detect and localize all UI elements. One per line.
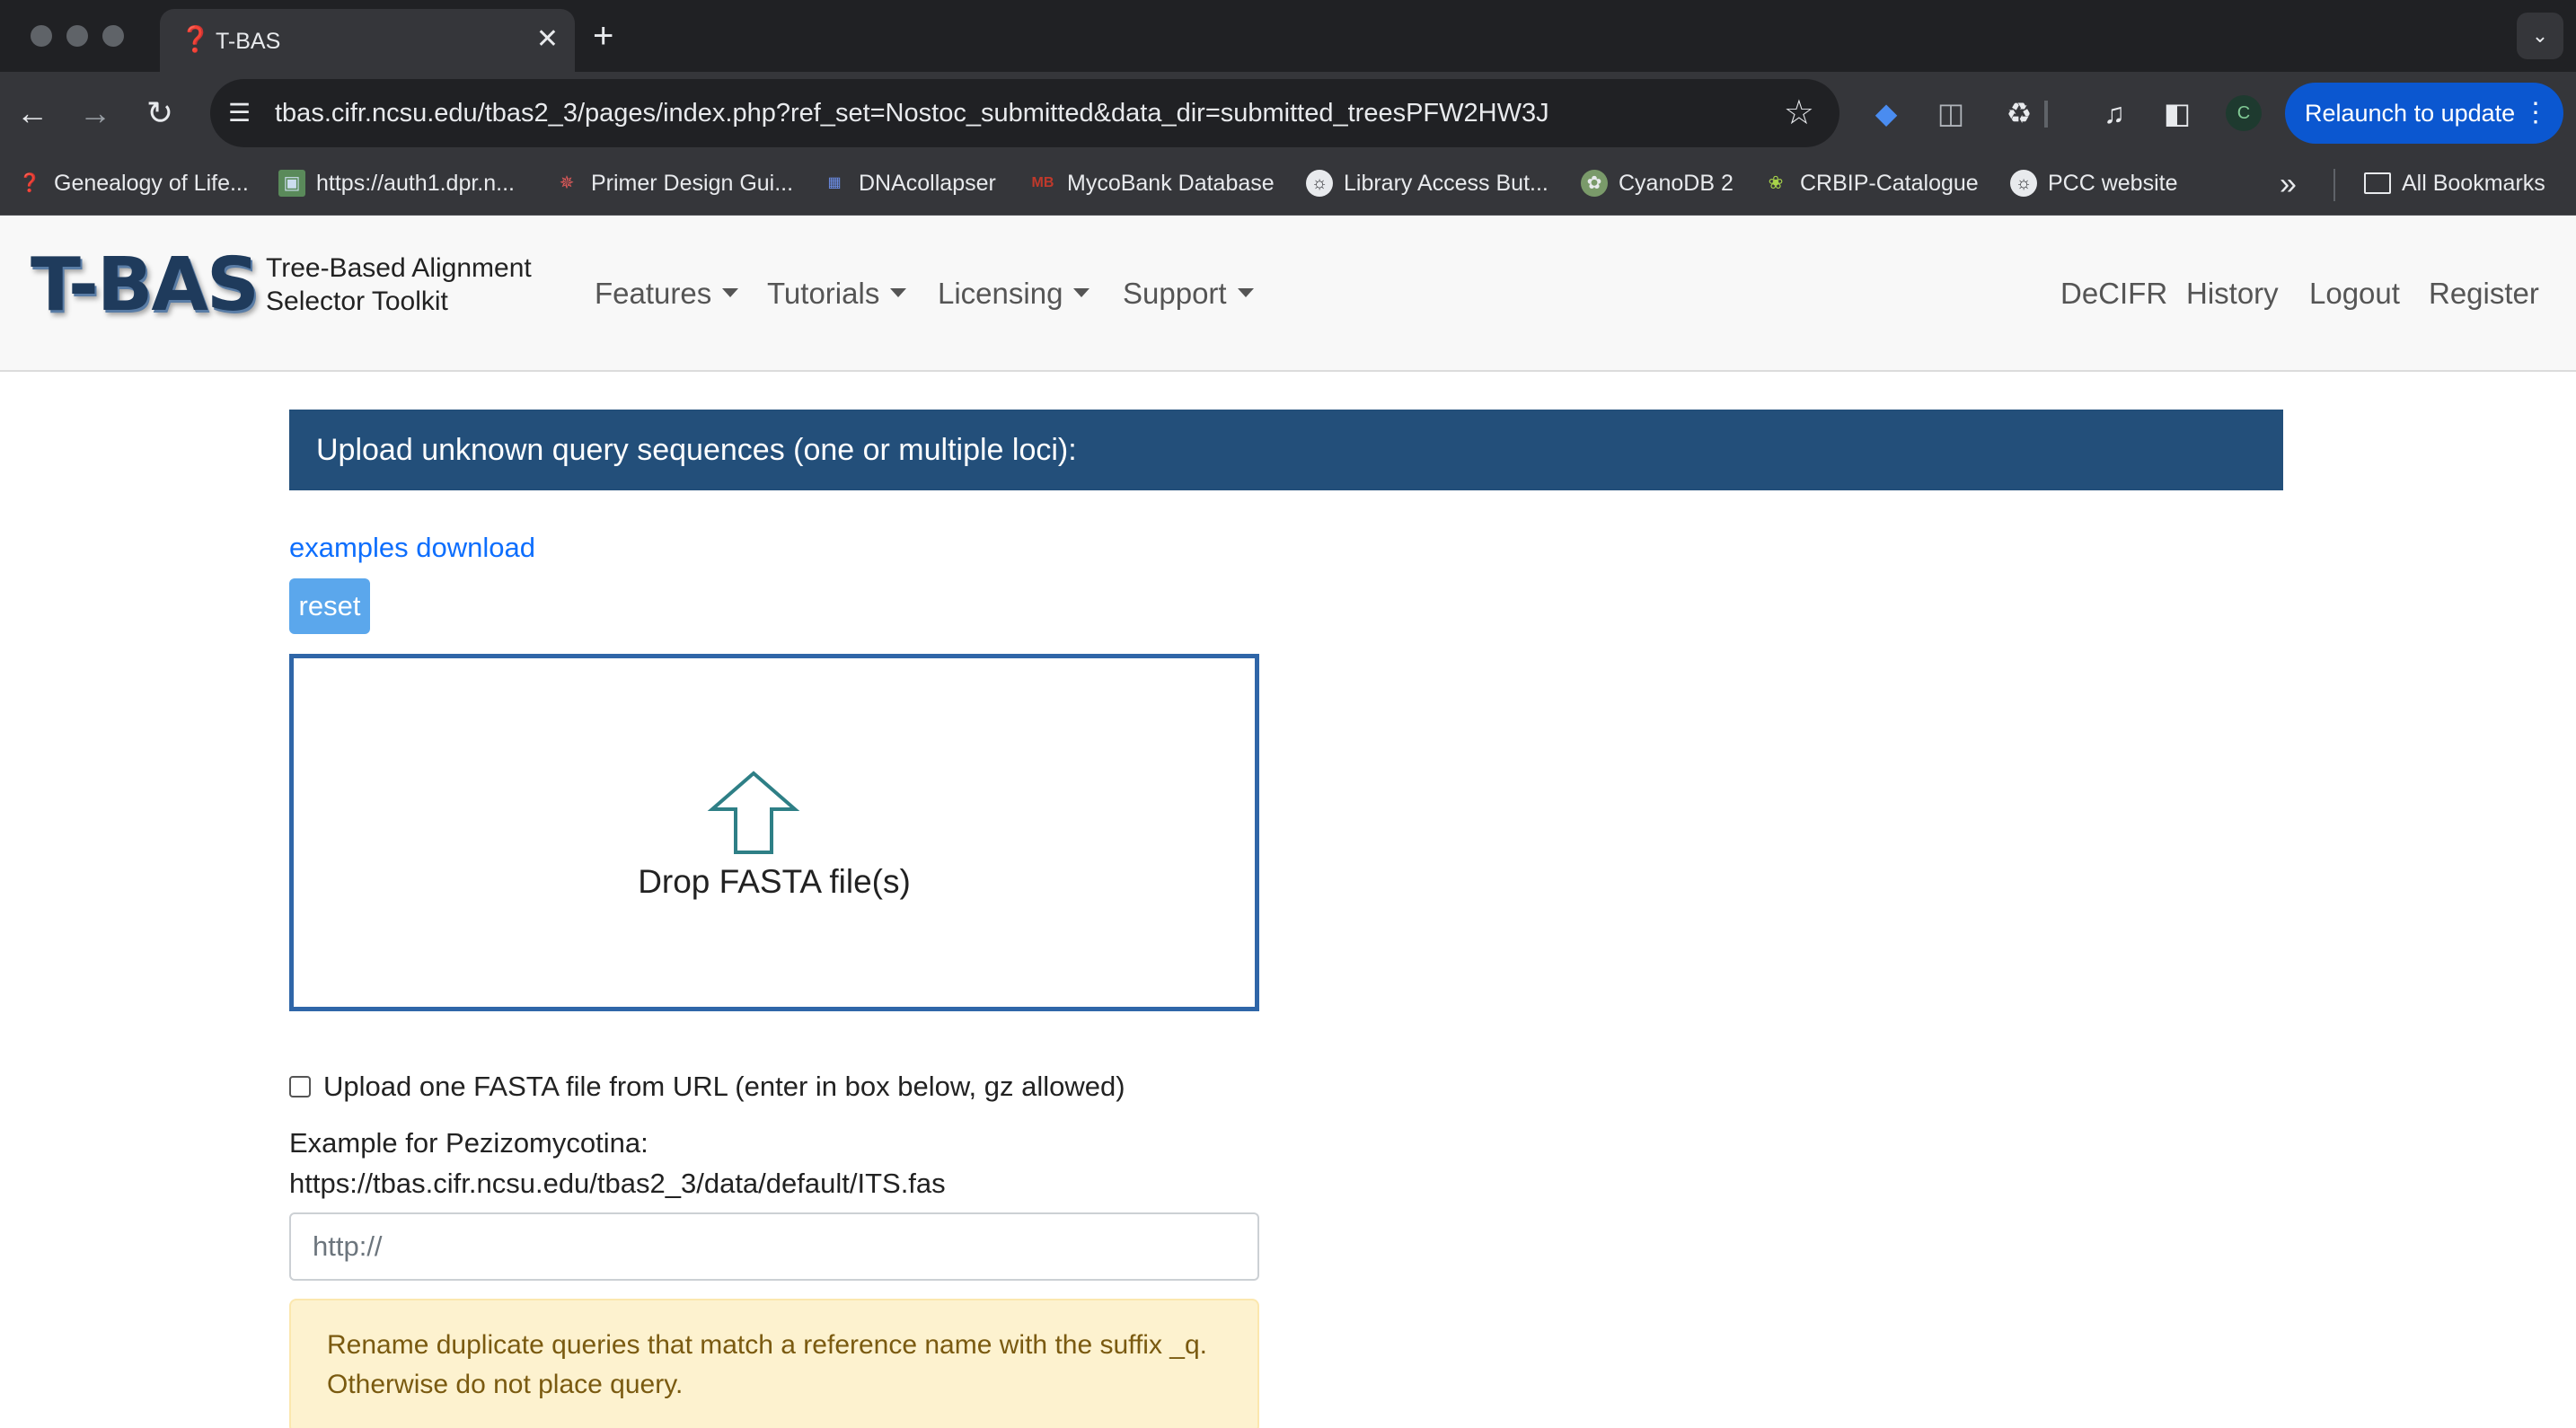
leaf-icon: ❀ bbox=[1768, 173, 1784, 193]
fasta-url-input[interactable] bbox=[289, 1212, 1259, 1281]
duplicate-query-alert: Rename duplicate queries that match a re… bbox=[289, 1299, 1259, 1428]
dna-icon: ✵ bbox=[559, 173, 575, 193]
site-navbar: T-BAS Tree-Based Alignment Selector Tool… bbox=[0, 216, 2576, 372]
menu-features[interactable]: Features bbox=[595, 277, 739, 311]
new-tab-button[interactable]: + bbox=[593, 16, 613, 56]
menu-label: Support bbox=[1123, 277, 1227, 310]
tab-search-button[interactable]: ⌄ bbox=[2517, 13, 2563, 59]
bookmark-cyanodb[interactable]: ✿ CyanoDB 2 bbox=[1581, 165, 1734, 201]
bookmark-label: Primer Design Gui... bbox=[591, 170, 794, 196]
tab-title: T-BAS bbox=[216, 29, 281, 54]
drop-instructions: Drop FASTA file(s) bbox=[638, 863, 911, 900]
bookmark-label: PCC website bbox=[2048, 170, 2178, 196]
cyanodb-icon: ✿ bbox=[1581, 170, 1608, 197]
browser-tab-strip: ❓ T-BAS ✕ + ⌄ bbox=[0, 0, 2576, 72]
forward-button[interactable]: → bbox=[70, 88, 120, 138]
extension-gem-icon[interactable]: ◆ bbox=[1866, 93, 1906, 133]
url-upload-label[interactable]: Upload one FASTA file from URL (enter in… bbox=[323, 1071, 1125, 1103]
folder-icon bbox=[2364, 172, 2391, 194]
bookmark-label: DNAcollapser bbox=[859, 170, 996, 196]
bookmark-primer-design[interactable]: ✵ Primer Design Gui... bbox=[553, 165, 793, 201]
site-info-icon[interactable]: ☰ bbox=[228, 97, 260, 129]
bookmarks-bar: ❓ Genealogy of Life... ▣ https://auth1.d… bbox=[0, 154, 2576, 216]
url-upload-checkbox[interactable] bbox=[289, 1076, 311, 1097]
bookmark-label: CyanoDB 2 bbox=[1619, 170, 1734, 196]
tbas-logo[interactable]: T-BAS bbox=[31, 241, 260, 331]
bookmark-label: MycoBank Database bbox=[1067, 170, 1275, 196]
nav-decifr[interactable]: DeCIFR bbox=[2060, 277, 2167, 311]
menu-label: Tutorials bbox=[767, 277, 880, 310]
logo-subtitle-line1: Tree-Based Alignment bbox=[266, 253, 532, 283]
globe-icon: ☼ bbox=[1306, 170, 1333, 197]
address-bar[interactable]: ☰ tbas.cifr.ncsu.edu/tbas2_3/pages/index… bbox=[210, 79, 1839, 147]
back-button[interactable]: ← bbox=[7, 88, 57, 138]
bookmark-auth1[interactable]: ▣ https://auth1.dpr.n... bbox=[278, 165, 515, 201]
reload-button[interactable]: ↻ bbox=[135, 88, 185, 138]
more-bookmarks-icon[interactable]: » bbox=[2280, 167, 2297, 202]
upload-section-header: Upload unknown query sequences (one or m… bbox=[289, 410, 2283, 490]
browser-toolbar: ← → ↻ ☰ tbas.cifr.ncsu.edu/tbas2_3/pages… bbox=[0, 72, 2576, 154]
bookmark-dnacollapser[interactable]: ▦ DNAcollapser bbox=[821, 165, 996, 201]
example-url: https://tbas.cifr.ncsu.edu/tbas2_3/data/… bbox=[289, 1168, 946, 1199]
menu-tutorials[interactable]: Tutorials bbox=[767, 277, 907, 311]
logo-subtitle: Tree-Based Alignment Selector Toolkit bbox=[266, 251, 532, 318]
url-upload-option[interactable]: Upload one FASTA file from URL (enter in… bbox=[289, 1071, 1125, 1103]
upload-section-title: Upload unknown query sequences (one or m… bbox=[316, 433, 1077, 467]
bookmarks-divider bbox=[2333, 169, 2335, 201]
extension-printer-icon[interactable]: ◫ bbox=[1931, 93, 1971, 133]
fasta-dropzone[interactable]: Drop FASTA file(s) bbox=[289, 654, 1259, 1011]
bookmark-label: CRBIP-Catalogue bbox=[1800, 170, 1979, 196]
bookmark-star-icon[interactable]: ☆ bbox=[1784, 92, 1814, 135]
bookmark-genealogy[interactable]: ❓ Genealogy of Life... bbox=[16, 165, 249, 201]
maximize-window-button[interactable] bbox=[102, 25, 124, 47]
logo-subtitle-line2: Selector Toolkit bbox=[266, 286, 448, 316]
more-menu-icon[interactable]: ⋮ bbox=[2522, 95, 2549, 131]
caret-down-icon bbox=[1237, 288, 1254, 298]
close-window-button[interactable] bbox=[31, 25, 52, 47]
profile-avatar[interactable]: C bbox=[2226, 95, 2262, 131]
alert-text: Rename duplicate queries that match a re… bbox=[327, 1330, 1207, 1399]
image-icon: ▣ bbox=[278, 170, 305, 197]
nav-register[interactable]: Register bbox=[2429, 277, 2539, 311]
caret-down-icon bbox=[722, 288, 739, 298]
bookmark-library-access[interactable]: ☼ Library Access But... bbox=[1306, 165, 1548, 201]
relaunch-to-update-button[interactable]: Relaunch to update ⋮ bbox=[2285, 83, 2563, 144]
side-panel-icon[interactable]: ◧ bbox=[2157, 93, 2197, 133]
relaunch-label: Relaunch to update bbox=[2305, 100, 2516, 127]
tbas-favicon-icon: ❓ bbox=[180, 25, 211, 53]
extensions-puzzle-icon[interactable]: ♻ bbox=[1999, 93, 2039, 133]
box-icon: ▦ bbox=[827, 175, 842, 190]
nav-history[interactable]: History bbox=[2186, 277, 2279, 311]
bookmark-pcc[interactable]: ☼ PCC website bbox=[2010, 165, 2178, 201]
browser-tab[interactable]: ❓ T-BAS ✕ bbox=[160, 9, 575, 72]
bookmark-label: Genealogy of Life... bbox=[54, 170, 249, 196]
minimize-window-button[interactable] bbox=[66, 25, 88, 47]
menu-licensing[interactable]: Licensing bbox=[938, 277, 1090, 311]
toolbar-divider bbox=[2044, 101, 2048, 128]
bookmark-crbip[interactable]: ❀ CRBIP-Catalogue bbox=[1762, 165, 1979, 201]
mb-icon: MB bbox=[1031, 175, 1054, 190]
example-label: Example for Pezizomycotina: bbox=[289, 1127, 648, 1159]
bookmark-label: Library Access But... bbox=[1344, 170, 1548, 196]
bookmark-mycobank[interactable]: MB MycoBank Database bbox=[1029, 165, 1275, 201]
all-bookmarks-button[interactable]: All Bookmarks bbox=[2364, 165, 2545, 201]
menu-label: Features bbox=[595, 277, 712, 310]
nav-logout[interactable]: Logout bbox=[2309, 277, 2400, 311]
close-tab-icon[interactable]: ✕ bbox=[536, 23, 559, 56]
all-bookmarks-label: All Bookmarks bbox=[2402, 170, 2545, 196]
globe-icon: ☼ bbox=[2010, 170, 2037, 197]
menu-label: Licensing bbox=[938, 277, 1063, 310]
media-queue-icon[interactable]: ♫ bbox=[2095, 93, 2134, 133]
caret-down-icon bbox=[1073, 288, 1090, 298]
bookmark-label: https://auth1.dpr.n... bbox=[316, 170, 515, 196]
caret-down-icon bbox=[890, 288, 907, 298]
tbas-favicon-icon: ❓ bbox=[18, 173, 41, 193]
examples-download-link[interactable]: examples download bbox=[289, 532, 535, 564]
upload-arrow-icon bbox=[707, 771, 800, 854]
reset-button[interactable]: reset bbox=[289, 578, 370, 634]
menu-support[interactable]: Support bbox=[1123, 277, 1254, 311]
url-text[interactable]: tbas.cifr.ncsu.edu/tbas2_3/pages/index.p… bbox=[275, 99, 1549, 128]
